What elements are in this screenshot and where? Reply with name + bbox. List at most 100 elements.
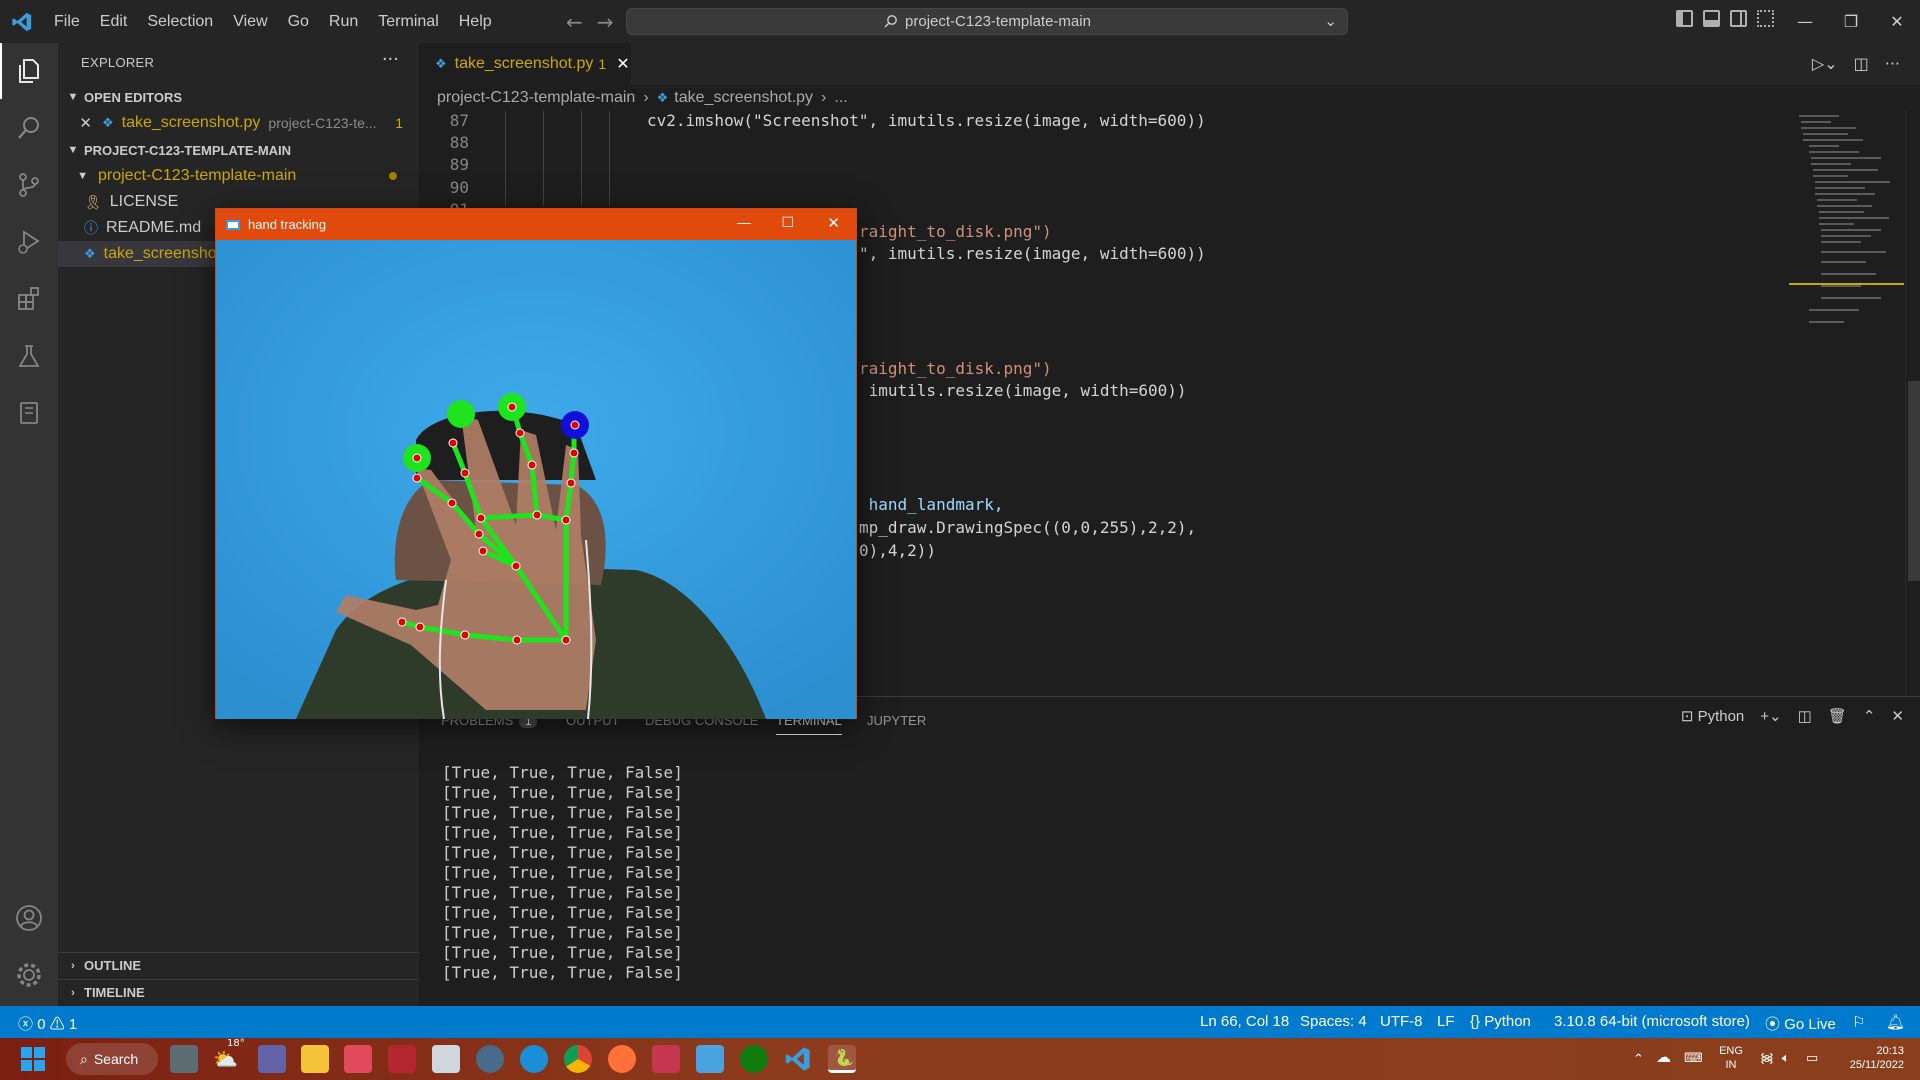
folder-row[interactable]: ▼ project-C123-template-main xyxy=(58,163,419,189)
editor-actions: ▷⌄ ◫ ··· xyxy=(1812,54,1900,73)
onedrive-cloud-icon[interactable]: ☁ xyxy=(1656,1050,1671,1065)
project-section[interactable]: ▼ PROJECT-C123-TEMPLATE-MAIN xyxy=(58,137,419,163)
source-control-icon[interactable] xyxy=(0,157,58,213)
clock[interactable]: 20:13 25/11/2022 xyxy=(1836,1044,1904,1072)
minimize-icon[interactable]: — xyxy=(1782,0,1828,43)
menu-go[interactable]: Go xyxy=(278,0,319,43)
explorer-icon[interactable] xyxy=(0,43,58,99)
problems-status[interactable]: ⓧ 0 ⚠ 1 xyxy=(18,1013,77,1034)
jupyter-notebook-icon[interactable] xyxy=(0,385,58,441)
accounts-icon[interactable] xyxy=(0,890,58,946)
chevron-down-icon[interactable]: ⌄ xyxy=(1324,12,1337,30)
run-debug-icon[interactable] xyxy=(0,214,58,270)
more-actions-icon[interactable]: ··· xyxy=(1885,54,1900,73)
split-terminal-icon[interactable]: ◫ xyxy=(1798,707,1812,725)
toggle-secondary-sidebar-icon[interactable] xyxy=(1730,10,1747,27)
menu-view[interactable]: View xyxy=(223,0,277,43)
taskbar-search[interactable]: ⌕ Search xyxy=(66,1043,158,1075)
minimap[interactable] xyxy=(1789,111,1904,696)
tab-jupyter[interactable]: JUPYTER xyxy=(867,713,926,728)
open-editors-section[interactable]: ▼ OPEN EDITORS xyxy=(58,84,419,110)
trash-icon[interactable]: 🗑 xyxy=(1828,707,1847,725)
close-icon[interactable]: ✕ xyxy=(1874,0,1920,43)
breadcrumb-folder[interactable]: project-C123-template-main xyxy=(437,89,635,107)
notepad-icon[interactable] xyxy=(696,1045,724,1073)
encoding[interactable]: UTF-8 xyxy=(1380,1013,1423,1030)
close-icon[interactable]: ✕ xyxy=(616,54,629,74)
cursor-position[interactable]: Ln 66, Col 18 xyxy=(1200,1013,1289,1030)
split-editor-icon[interactable]: ◫ xyxy=(1854,54,1869,73)
tab-take-screenshot[interactable]: ❖ take_screenshot.py 1 ✕ xyxy=(419,43,631,85)
terminal-shell-selector[interactable]: ⊡ Python xyxy=(1681,707,1744,725)
forward-arrow-icon[interactable]: → xyxy=(597,10,614,34)
vscode-taskbar-icon[interactable] xyxy=(784,1045,812,1073)
toggle-sidebar-icon[interactable] xyxy=(1676,10,1693,27)
hand-tracking-window[interactable]: hand tracking — ☐ ✕ xyxy=(215,208,857,719)
language-indicator[interactable]: ENG IN xyxy=(1715,1044,1747,1072)
timeline-section[interactable]: › TIMELINE xyxy=(58,979,419,1005)
settings-gear-icon[interactable] xyxy=(0,947,58,1003)
close-icon[interactable]: ✕ xyxy=(58,114,92,132)
notifications-bell-icon[interactable]: 🔔︎ xyxy=(1886,1013,1905,1031)
more-actions-icon[interactable]: ··· xyxy=(382,49,399,70)
feedback-icon[interactable]: ⚐ xyxy=(1852,1013,1865,1031)
breadcrumb-symbol[interactable]: ... xyxy=(834,89,847,107)
breadcrumb-file[interactable]: take_screenshot.py xyxy=(674,89,813,107)
microsoft-store-icon[interactable] xyxy=(344,1045,372,1073)
go-live[interactable]: ⦿ Go Live xyxy=(1765,1013,1836,1034)
run-python-file-icon[interactable]: ▷⌄ xyxy=(1812,54,1838,73)
back-arrow-icon[interactable]: ← xyxy=(566,10,583,34)
python-taskbar-icon[interactable]: 🐍 xyxy=(828,1045,856,1073)
menu-selection[interactable]: Selection xyxy=(137,0,223,43)
settings-icon[interactable] xyxy=(476,1045,504,1073)
menu-terminal[interactable]: Terminal xyxy=(368,0,448,43)
xbox-icon[interactable] xyxy=(740,1045,768,1073)
weather-widget[interactable]: ⛅ 18° xyxy=(213,1038,245,1073)
new-terminal-icon[interactable]: +⌄ xyxy=(1760,707,1781,725)
end-of-line[interactable]: LF xyxy=(1437,1013,1455,1030)
python-interpreter[interactable]: 3.10.8 64-bit (microsoft store) xyxy=(1554,1013,1750,1030)
editor-scrollbar[interactable] xyxy=(1905,111,1920,696)
maximize-panel-icon[interactable]: ⌃ xyxy=(1863,707,1876,725)
activity-bar xyxy=(0,43,58,1006)
restore-icon[interactable]: ❐ xyxy=(1828,0,1874,43)
keyboard-icon[interactable]: ⌨ xyxy=(1684,1051,1703,1065)
indent-guide xyxy=(543,111,544,206)
close-icon[interactable]: ✕ xyxy=(827,214,840,232)
app-icon[interactable] xyxy=(652,1045,680,1073)
hand-tracking-titlebar[interactable]: hand tracking — ☐ ✕ xyxy=(216,209,856,240)
chrome-browser-icon[interactable] xyxy=(564,1045,592,1073)
file-explorer-icon[interactable] xyxy=(301,1045,329,1073)
command-center[interactable]: project-C123-template-main ⌄ xyxy=(626,8,1348,35)
command-center-text: project-C123-template-main xyxy=(905,13,1091,30)
windows-start-icon[interactable] xyxy=(19,1045,47,1073)
volume-icon[interactable]: 🔈︎ xyxy=(1782,1051,1790,1065)
firefox-browser-icon[interactable] xyxy=(608,1045,636,1073)
language-mode[interactable]: {} Python xyxy=(1470,1013,1531,1030)
toggle-panel-icon[interactable] xyxy=(1703,10,1720,27)
search-icon[interactable] xyxy=(0,100,58,156)
terminal-output[interactable]: [True, True, True, False] [True, True, T… xyxy=(442,763,683,983)
indentation[interactable]: Spaces: 4 xyxy=(1300,1013,1367,1030)
wifi-icon[interactable]: ᯼ xyxy=(1760,1051,1774,1065)
testing-flask-icon[interactable] xyxy=(0,328,58,384)
menu-edit[interactable]: Edit xyxy=(90,0,138,43)
scrollbar-thumb[interactable] xyxy=(1908,381,1920,581)
menu-run[interactable]: Run xyxy=(319,0,368,43)
close-panel-icon[interactable]: ✕ xyxy=(1891,707,1904,725)
app-icon[interactable] xyxy=(388,1045,416,1073)
customize-layout-icon[interactable] xyxy=(1757,10,1774,27)
edge-browser-icon[interactable] xyxy=(520,1045,548,1073)
calculator-icon[interactable] xyxy=(432,1045,460,1073)
outline-section[interactable]: › OUTLINE xyxy=(58,952,419,978)
tray-overflow-icon[interactable]: ⌃ xyxy=(1633,1052,1644,1066)
menu-help[interactable]: Help xyxy=(449,0,502,43)
open-editor-item[interactable]: ✕ ❖ take_screenshot.py project-C123-te..… xyxy=(58,110,419,136)
maximize-icon[interactable]: ☐ xyxy=(781,214,794,231)
task-view-icon[interactable] xyxy=(170,1045,198,1073)
minimize-icon[interactable]: — xyxy=(737,214,751,230)
teams-chat-icon[interactable] xyxy=(258,1045,286,1073)
extensions-icon[interactable] xyxy=(0,271,58,327)
battery-icon[interactable]: ▭ xyxy=(1806,1051,1818,1065)
menu-file[interactable]: File xyxy=(44,0,90,43)
